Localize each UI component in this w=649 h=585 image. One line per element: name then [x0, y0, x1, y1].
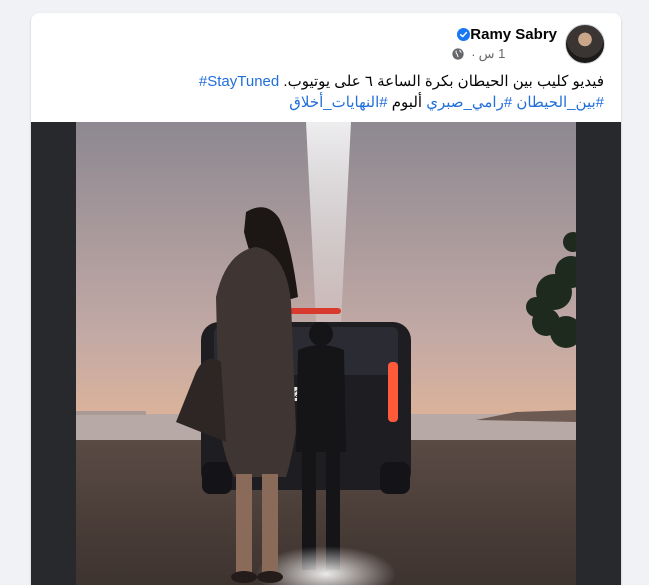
post-meta: Ramy Sabry 1 س ·: [452, 26, 557, 62]
post-text-line-1: فيديو كليب بين الحيطان بكرة الساعة ٦ على…: [44, 71, 604, 92]
author-name[interactable]: Ramy Sabry: [470, 26, 557, 43]
photo-scene: 230: [76, 122, 576, 585]
hashtag-link[interactable]: #النهايات_أخلاق: [289, 94, 387, 111]
author-row: Ramy Sabry: [452, 26, 557, 43]
globe-icon[interactable]: [452, 48, 464, 60]
hashtag-link[interactable]: #StayTuned: [199, 73, 279, 90]
post-card: Ramy Sabry 1 س · فيديو كليب بين الحيطان …: [31, 13, 621, 585]
post-photo[interactable]: 230: [76, 122, 576, 585]
hashtag-link[interactable]: #رامي_صبري: [426, 94, 512, 111]
post-subline: 1 س ·: [452, 46, 505, 62]
post-media[interactable]: 230: [31, 122, 621, 585]
author-avatar[interactable]: [565, 24, 605, 64]
post-timestamp[interactable]: 1 س: [479, 46, 506, 62]
distant-shore: [76, 411, 146, 415]
post-text: فيديو كليب بين الحيطان بكرة الساعة ٦ على…: [44, 71, 604, 113]
post-text-line-2: #بين_الحيطان #رامي_صبري ألبوم #النهايات_…: [44, 92, 604, 113]
meta-separator: ·: [471, 46, 476, 62]
post-text-body: فيديو كليب بين الحيطان بكرة الساعة ٦ على…: [283, 73, 604, 90]
hashtag-link[interactable]: #بين_الحيطان: [516, 94, 604, 111]
verified-badge-icon: [457, 28, 471, 41]
post-header: Ramy Sabry 1 س ·: [452, 24, 605, 64]
post-text-word: ألبوم: [391, 94, 423, 111]
